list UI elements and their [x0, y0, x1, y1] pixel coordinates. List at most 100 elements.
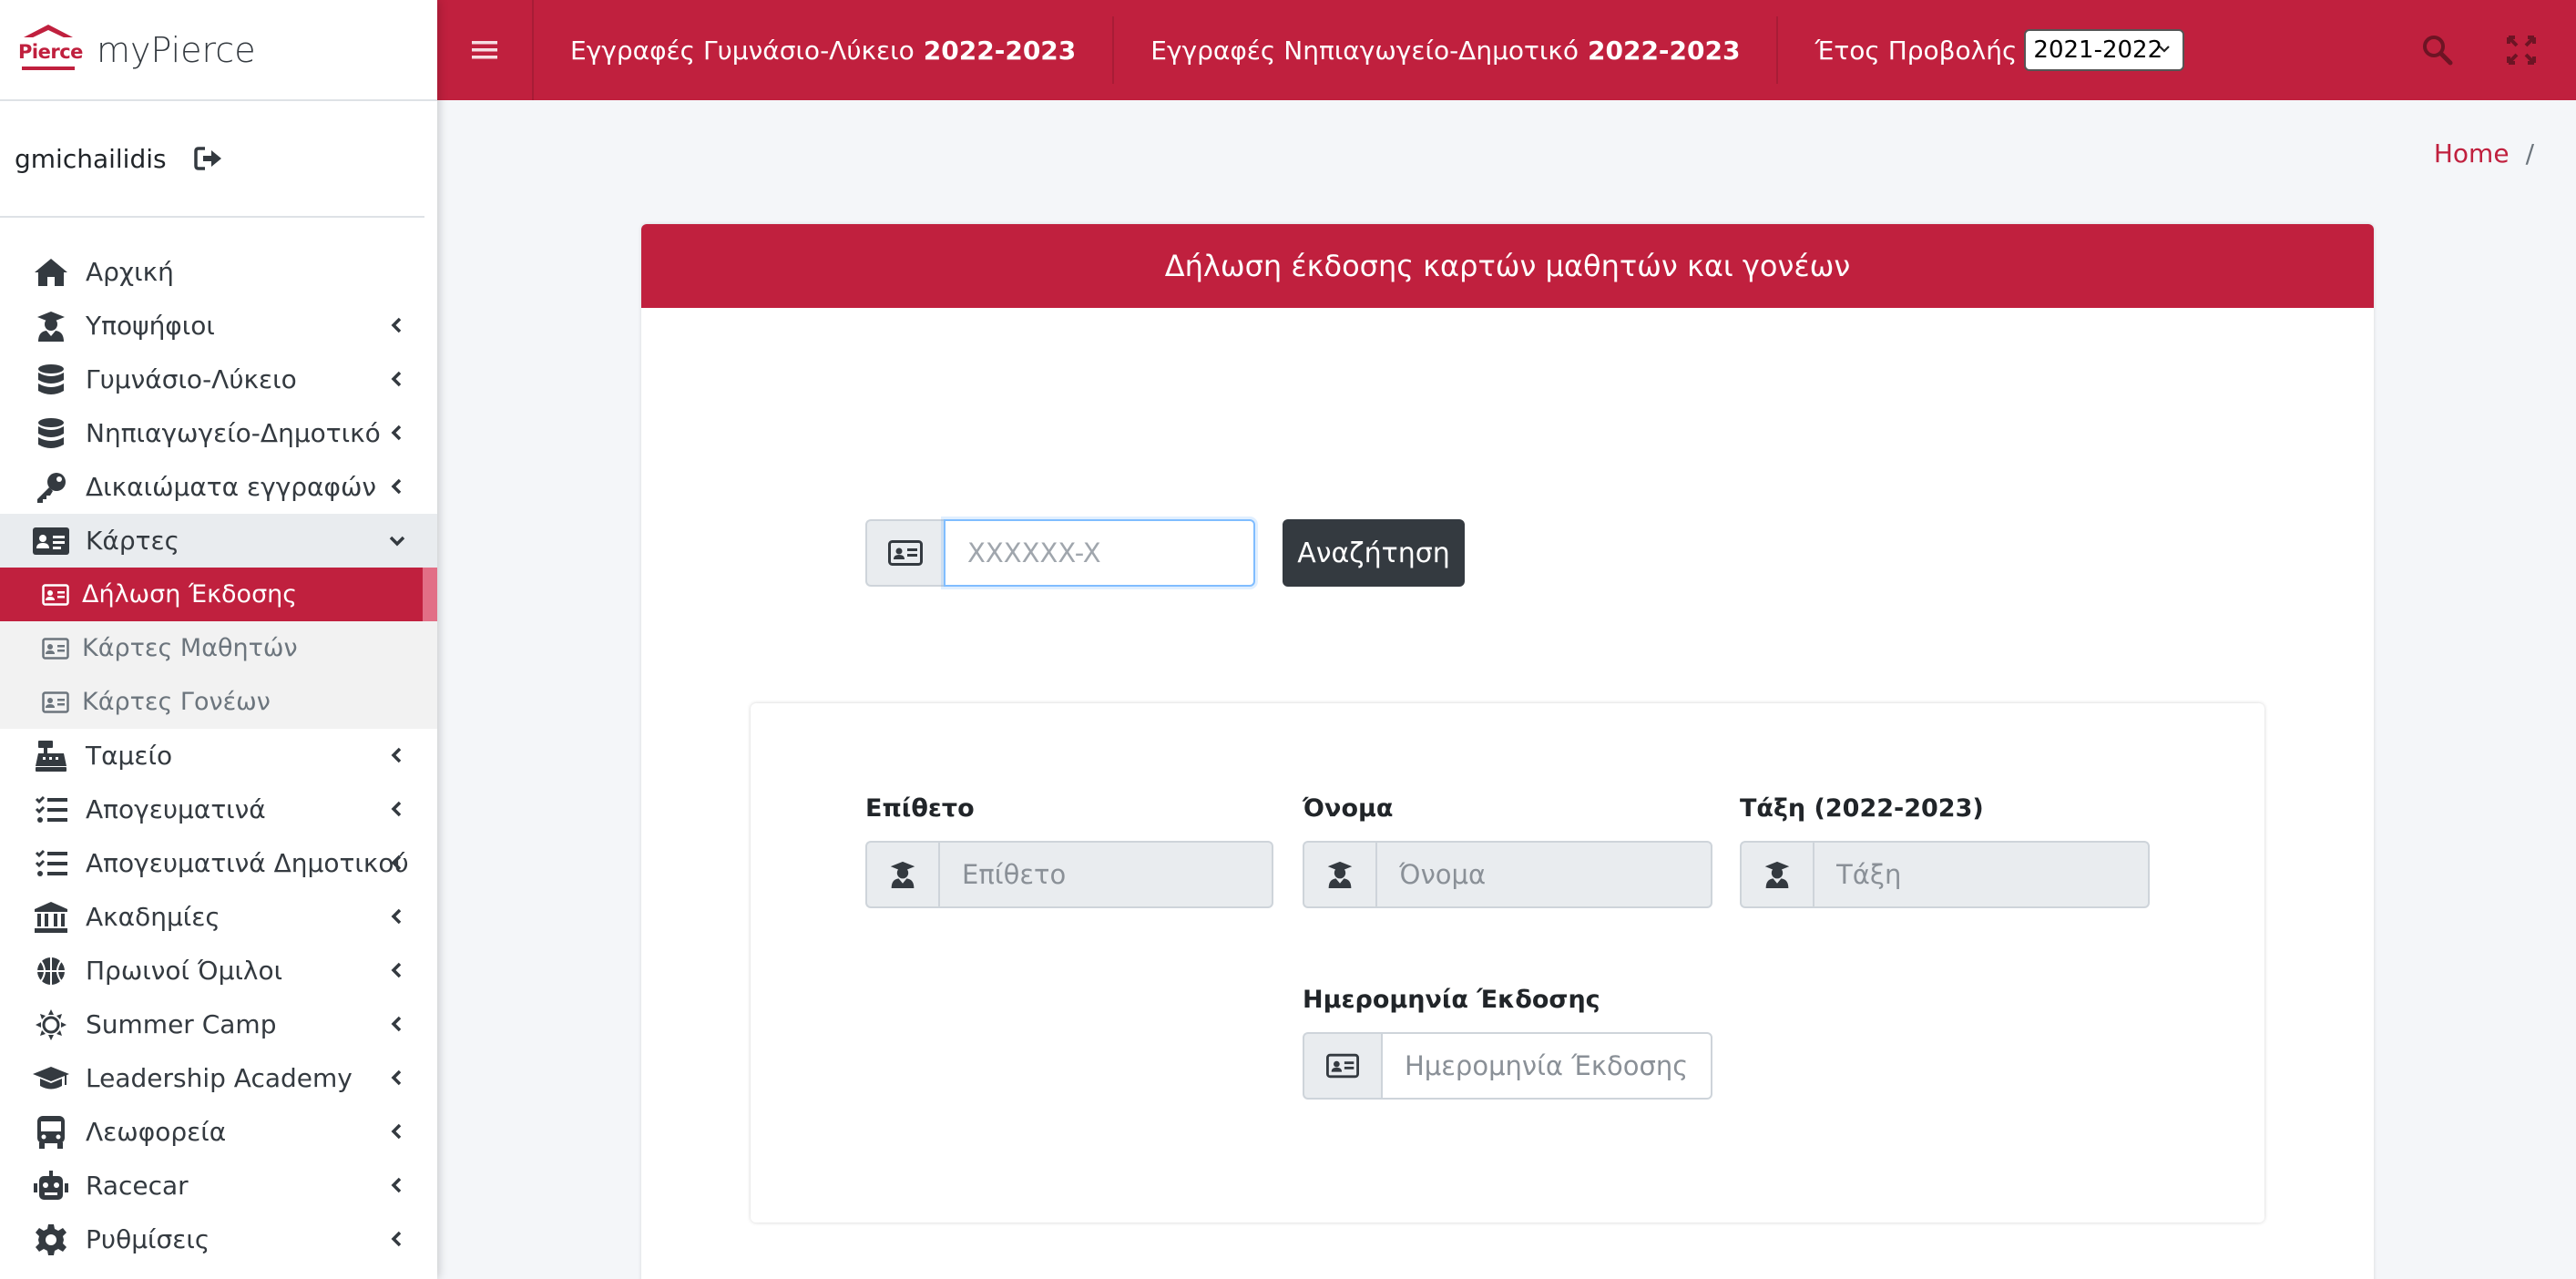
search-row: Αναζήτηση	[865, 519, 1465, 587]
sidebar-item-summer-camp[interactable]: Summer Camp	[0, 998, 437, 1051]
basketball-icon	[33, 955, 69, 987]
id-card-icon	[42, 637, 69, 660]
view-year-label: Έτος Προβολής	[1814, 35, 2018, 66]
nav-link-year: 2022-2023	[1588, 35, 1741, 66]
username[interactable]: gmichailidis	[15, 144, 167, 174]
breadcrumb-separator: /	[2525, 138, 2534, 169]
sign-out-icon[interactable]	[193, 146, 223, 171]
sidebar-subitem-issue-declaration[interactable]: Δήλωση Έκδοσης	[0, 568, 437, 621]
breadcrumb-home-link[interactable]: Home	[2434, 138, 2510, 169]
chevron-left-icon	[391, 425, 402, 441]
sidebar-item-label: Αρχική	[86, 257, 174, 287]
card-issue-declaration: Δήλωση έκδοσης καρτών μαθητών και γονέων…	[641, 224, 2374, 1279]
sidebar-item-label: Summer Camp	[86, 1009, 277, 1039]
database-icon	[33, 417, 69, 450]
pierce-logo: Pierce	[18, 24, 83, 76]
sidebar-item-label: Απογευματινά	[86, 794, 266, 824]
sidebar-item-label: Δικαιώματα εγγραφών	[86, 472, 377, 502]
hamburger-menu-button[interactable]	[437, 0, 534, 100]
university-icon	[33, 901, 69, 934]
sidebar-item-label: Γυμνάσιο-Λύκειο	[86, 364, 297, 394]
chevron-left-icon	[391, 908, 402, 925]
chevron-left-icon	[391, 962, 402, 978]
sidebar-item-label: Υποψήφιοι	[86, 311, 215, 341]
sidebar-item-buses[interactable]: Λεωφορεία	[0, 1105, 437, 1159]
expand-fullscreen-icon[interactable]	[2503, 32, 2540, 68]
sidebar-item-afternoon-primary[interactable]: Απογευματινά Δημοτικού	[0, 836, 437, 890]
top-navbar: Εγγραφές Γυμνάσιο-Λύκειο 2022-2023 Εγγραφ…	[437, 0, 2576, 100]
chevron-left-icon	[391, 1231, 402, 1247]
id-card-icon	[865, 519, 944, 587]
view-year-select[interactable]: 2021-2022	[2024, 29, 2185, 71]
sidebar-item-label: Κάρτες	[86, 526, 180, 556]
student-details-panel: Επίθετο Όνομα Τάξη (2022-2023) Ημερομηνί…	[751, 703, 2264, 1223]
sidebar-item-label: Leadership Academy	[86, 1063, 353, 1093]
sidebar-item-label: Racecar	[86, 1171, 189, 1201]
chevron-left-icon	[391, 1016, 402, 1032]
chevron-left-icon	[391, 747, 402, 763]
robot-icon	[33, 1170, 69, 1202]
chevron-left-icon	[391, 371, 402, 387]
surname-input[interactable]	[938, 841, 1273, 908]
brand-link[interactable]: Pierce myPierce	[0, 0, 437, 101]
sidebar-item-academies[interactable]: Ακαδημίες	[0, 890, 437, 944]
gear-icon	[33, 1223, 69, 1256]
nav-link-text: Εγγραφές Νηπιαγωγείο-Δημοτικό	[1150, 35, 1579, 66]
sidebar-item-cashier[interactable]: Ταμείο	[0, 729, 437, 783]
brand-title: myPierce	[97, 29, 256, 70]
sidebar-item-kindergarten-primary[interactable]: Νηπιαγωγείο-Δημοτικό	[0, 406, 437, 460]
sun-icon	[33, 1008, 69, 1041]
sidebar-item-label: Δήλωση Έκδοσης	[82, 580, 298, 609]
chevron-left-icon	[391, 854, 402, 871]
sidebar-item-gymnasium-lyceum[interactable]: Γυμνάσιο-Λύκειο	[0, 353, 437, 406]
class-input[interactable]	[1813, 841, 2150, 908]
nav-link-enrollments-gymnasium-lyceum[interactable]: Εγγραφές Γυμνάσιο-Λύκειο 2022-2023	[534, 16, 1115, 84]
sidebar-item-label: Κάρτες Μαθητών	[82, 634, 298, 662]
id-card-icon	[42, 583, 69, 607]
user-graduate-icon	[865, 841, 938, 908]
sidebar-item-cards[interactable]: Κάρτες	[0, 514, 437, 568]
sidebar-item-candidates[interactable]: Υποψήφιοι	[0, 299, 437, 353]
sidebar-item-label: Λεωφορεία	[86, 1117, 227, 1147]
chevron-down-icon	[389, 536, 405, 547]
sidebar-item-label: Κάρτες Γονέων	[82, 688, 271, 716]
sidebar-item-label: Πρωινοί Όμιλοι	[86, 956, 283, 986]
chevron-left-icon	[391, 478, 402, 495]
tasks-icon	[33, 847, 69, 880]
surname-label: Επίθετο	[865, 794, 975, 823]
sidebar-item-label: Νηπιαγωγείο-Δημοτικό	[86, 418, 381, 448]
bus-icon	[33, 1115, 69, 1149]
sidebar-item-leadership-academy[interactable]: Leadership Academy	[0, 1051, 437, 1105]
sidebar-item-racecar[interactable]: Racecar	[0, 1159, 437, 1212]
sidebar: Pierce myPierce gmichailidis Αρχική Υποψ…	[0, 0, 437, 1279]
sidebar-subitem-parent-cards[interactable]: Κάρτες Γονέων	[0, 675, 437, 729]
name-input[interactable]	[1375, 841, 1712, 908]
view-year-value: 2021-2022	[2033, 36, 2163, 64]
sidebar-item-enrollment-rights[interactable]: Δικαιώματα εγγραφών	[0, 460, 437, 514]
sidebar-item-morning-clubs[interactable]: Πρωινοί Όμιλοι	[0, 944, 437, 998]
issue-date-input[interactable]	[1381, 1032, 1712, 1100]
key-icon	[33, 471, 69, 504]
sidebar-item-home[interactable]: Αρχική	[0, 245, 437, 299]
search-button[interactable]: Αναζήτηση	[1283, 519, 1465, 587]
card-number-search-input[interactable]	[944, 519, 1255, 587]
class-field-group: Τάξη (2022-2023)	[1740, 794, 2150, 908]
chevron-left-icon	[391, 1123, 402, 1140]
class-label: Τάξη (2022-2023)	[1740, 794, 1984, 823]
sidebar-item-label: Ακαδημίες	[86, 902, 220, 932]
user-graduate-icon	[1303, 841, 1375, 908]
tasks-icon	[33, 793, 69, 826]
sidebar-item-afternoon[interactable]: Απογευματινά	[0, 783, 437, 836]
nav-link-text: Εγγραφές Γυμνάσιο-Λύκειο	[570, 35, 915, 66]
nav-link-enrollments-kindergarten-primary[interactable]: Εγγραφές Νηπιαγωγείο-Δημοτικό 2022-2023	[1114, 16, 1779, 84]
id-card-icon	[42, 691, 69, 714]
home-icon	[33, 256, 69, 289]
search-icon[interactable]	[2419, 32, 2456, 68]
card-title: Δήλωση έκδοσης καρτών μαθητών και γονέων	[641, 224, 2374, 308]
sidebar-item-settings[interactable]: Ρυθμίσεις	[0, 1212, 437, 1266]
graduation-cap-icon	[33, 1062, 69, 1095]
sidebar-subitem-student-cards[interactable]: Κάρτες Μαθητών	[0, 621, 437, 675]
chevron-left-icon	[391, 1177, 402, 1193]
name-field-group: Όνομα	[1303, 794, 1712, 908]
sidebar-item-label: Ταμείο	[86, 741, 173, 771]
